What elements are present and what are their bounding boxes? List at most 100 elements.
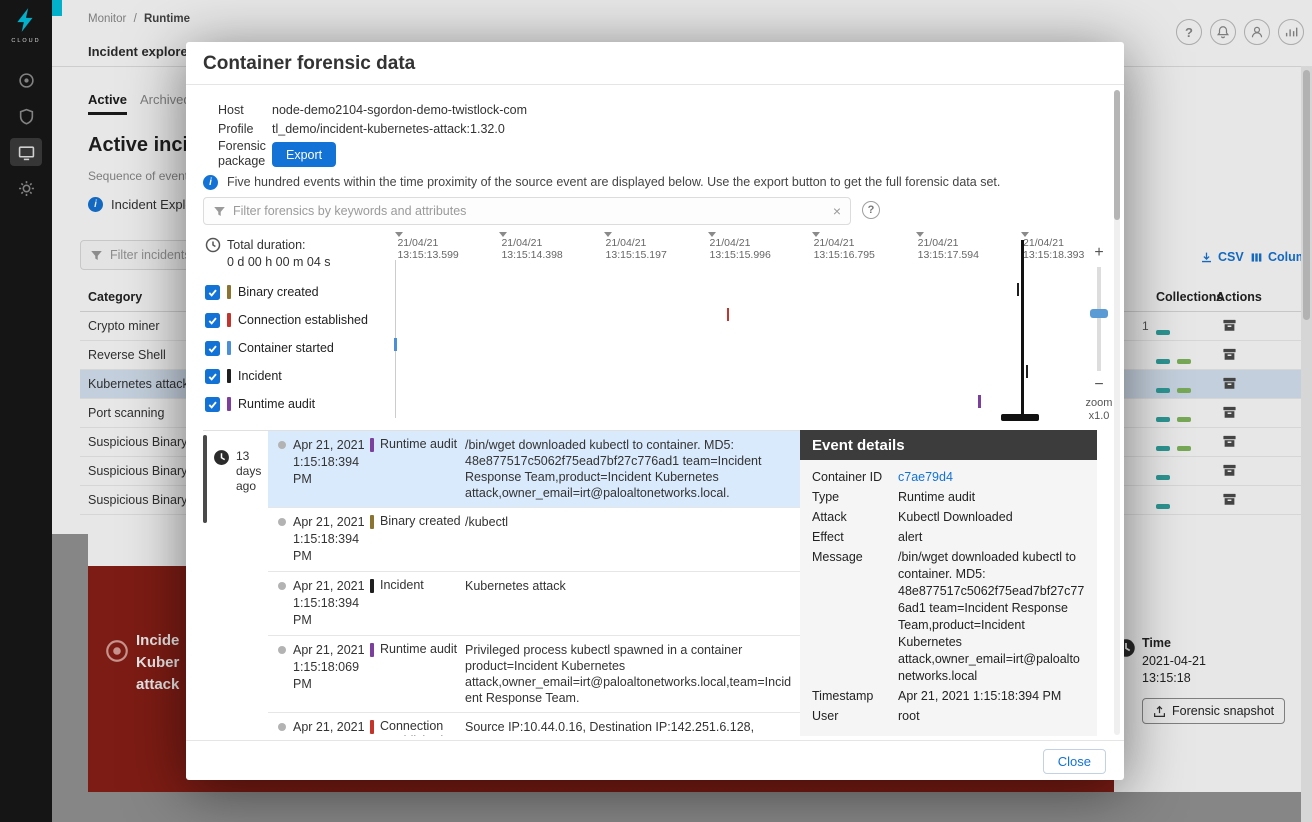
- check-icon: [207, 371, 218, 382]
- timeline-event-mark[interactable]: [1017, 283, 1020, 296]
- timeline-brush-handle[interactable]: [1001, 414, 1039, 421]
- legend-checkbox[interactable]: [205, 397, 220, 412]
- tick-time: 13:15:15.996: [710, 249, 798, 261]
- timeline-tick: 21/04/21 13:15:16.795: [812, 232, 902, 261]
- detail-value: Kubectl Downloaded: [898, 509, 1085, 526]
- detail-value: alert: [898, 529, 1085, 546]
- event-type-label: Binary created: [380, 514, 461, 529]
- event-details-panel: Event details Container ID c7ae79d4 Type…: [800, 430, 1097, 736]
- event-age-badge: 13 days ago: [213, 449, 261, 494]
- close-button[interactable]: Close: [1043, 749, 1106, 774]
- event-time-cell: Apr 21, 2021 1:15:16:157 PM: [268, 719, 370, 736]
- timeline-event-mark[interactable]: [978, 395, 981, 408]
- legend-checkbox[interactable]: [205, 369, 220, 384]
- modal-header-divider: [186, 84, 1124, 85]
- host-value: node-demo2104-sgordon-demo-twistlock-com: [272, 103, 527, 117]
- event-row[interactable]: Apr 21, 2021 1:15:18:394 PM Runtime audi…: [268, 431, 800, 508]
- events-scrollbar-thumb[interactable]: [203, 435, 207, 523]
- filter-help-icon[interactable]: ?: [862, 201, 880, 219]
- event-dot-icon: [278, 441, 286, 449]
- tick-date: 21/04/21: [710, 237, 798, 249]
- detail-row: Message /bin/wget downloaded kubectl to …: [812, 549, 1085, 685]
- zoom-control: + − zoom x1.0: [1085, 244, 1113, 423]
- detail-label: Attack: [812, 509, 898, 526]
- legend-row: Incident: [205, 362, 368, 390]
- event-message: Source IP:10.44.0.16, Destination IP:142…: [465, 719, 800, 736]
- event-timestamp: 1:15:18:394 PM: [293, 531, 370, 565]
- timeline-cursor[interactable]: [1021, 240, 1024, 416]
- legend-checkbox[interactable]: [205, 285, 220, 300]
- event-date: Apr 21, 2021: [293, 719, 370, 736]
- clear-filter-icon[interactable]: ×: [833, 203, 841, 219]
- event-row[interactable]: Apr 21, 2021 1:15:16:157 PM Connection e…: [268, 713, 800, 736]
- zoom-level-label: zoom x1.0: [1085, 397, 1113, 423]
- check-icon: [207, 343, 218, 354]
- detail-row: Timestamp Apr 21, 2021 1:15:18:394 PM: [812, 688, 1085, 705]
- zoom-slider[interactable]: [1097, 267, 1101, 371]
- event-message: Privileged process kubectl spawned in a …: [465, 642, 800, 706]
- timeline-legend: Binary created Connection established: [205, 278, 368, 418]
- zoom-out-button[interactable]: −: [1085, 376, 1113, 394]
- legend-label: Container started: [238, 341, 334, 355]
- event-type-color-chip: [370, 720, 374, 734]
- event-type-cell: Incident: [370, 578, 465, 629]
- event-message: /kubectl: [465, 514, 800, 565]
- timeline-event-mark[interactable]: [1026, 365, 1029, 378]
- tick-date: 21/04/21: [918, 237, 1006, 249]
- tick-time: 13:15:13.599: [397, 249, 485, 261]
- legend-row: Runtime audit: [205, 390, 368, 418]
- legend-label: Binary created: [238, 285, 319, 299]
- event-row[interactable]: Apr 21, 2021 1:15:18:394 PM Binary creat…: [268, 508, 800, 572]
- event-timestamp: 1:15:18:069 PM: [293, 659, 370, 693]
- timeline-event-mark[interactable]: [727, 308, 730, 321]
- event-time-cell: Apr 21, 2021 1:15:18:394 PM: [268, 514, 370, 565]
- modal-footer-divider: [186, 740, 1124, 741]
- event-time-cell: Apr 21, 2021 1:15:18:069 PM: [268, 642, 370, 706]
- detail-label: Type: [812, 489, 898, 506]
- modal-scrollbar-thumb[interactable]: [1114, 90, 1120, 220]
- container-forensic-modal: Container forensic data Host node-demo21…: [186, 42, 1124, 780]
- timeline-tick: 21/04/21 13:15:15.197: [604, 232, 694, 261]
- event-time-cell: Apr 21, 2021 1:15:18:394 PM: [268, 578, 370, 629]
- events-notice: i Five hundred events within the time pr…: [203, 175, 1098, 190]
- event-message: Kubernetes attack: [465, 578, 800, 629]
- detail-value: root: [898, 708, 1085, 725]
- event-row[interactable]: Apr 21, 2021 1:15:18:069 PM Runtime audi…: [268, 636, 800, 713]
- modal-scrollbar[interactable]: [1114, 90, 1120, 735]
- detail-label: Timestamp: [812, 688, 898, 705]
- event-date: Apr 21, 2021: [293, 578, 370, 595]
- check-icon: [207, 399, 218, 410]
- event-time-cell: Apr 21, 2021 1:15:18:394 PM: [268, 437, 370, 501]
- event-type-color-chip: [227, 397, 231, 411]
- event-type-cell: Runtime audit: [370, 642, 465, 706]
- event-row[interactable]: Apr 21, 2021 1:15:18:394 PM Incident Kub…: [268, 572, 800, 636]
- tick-time: 13:15:14.398: [501, 249, 589, 261]
- legend-label: Incident: [238, 369, 282, 383]
- detail-label: Container ID: [812, 469, 898, 486]
- zoom-slider-handle[interactable]: [1090, 309, 1108, 318]
- event-details-rows: Container ID c7ae79d4 Type Runtime audit…: [800, 460, 1097, 736]
- age-unit: days: [236, 464, 261, 479]
- zoom-in-button[interactable]: +: [1085, 244, 1113, 262]
- event-message: /bin/wget downloaded kubectl to containe…: [465, 437, 800, 501]
- event-timestamp: 1:15:18:394 PM: [293, 454, 370, 488]
- legend-checkbox[interactable]: [205, 313, 220, 328]
- info-icon: i: [203, 175, 218, 190]
- legend-checkbox[interactable]: [205, 341, 220, 356]
- event-type-color-chip: [370, 438, 374, 452]
- timeline-plot[interactable]: 21/04/21 13:15:13.599 21/04/21 13:15:14.…: [390, 232, 1070, 422]
- event-type-label: Runtime audit: [380, 642, 457, 657]
- detail-row: Effect alert: [812, 529, 1085, 546]
- event-type-color-chip: [227, 341, 231, 355]
- forensics-filter-input[interactable]: [233, 204, 826, 218]
- export-button[interactable]: Export: [272, 142, 336, 167]
- legend-row: Container started: [205, 334, 368, 362]
- timeline-tick: 21/04/21 13:15:17.594: [916, 232, 1006, 261]
- age-value: 13: [236, 449, 261, 464]
- age-unit: ago: [236, 479, 261, 494]
- event-type-label: Incident: [380, 578, 424, 593]
- host-label: Host: [218, 103, 244, 117]
- event-type-cell: Binary created: [370, 514, 465, 565]
- timeline-event-mark[interactable]: [394, 338, 397, 351]
- forensics-filter: ×: [203, 197, 851, 225]
